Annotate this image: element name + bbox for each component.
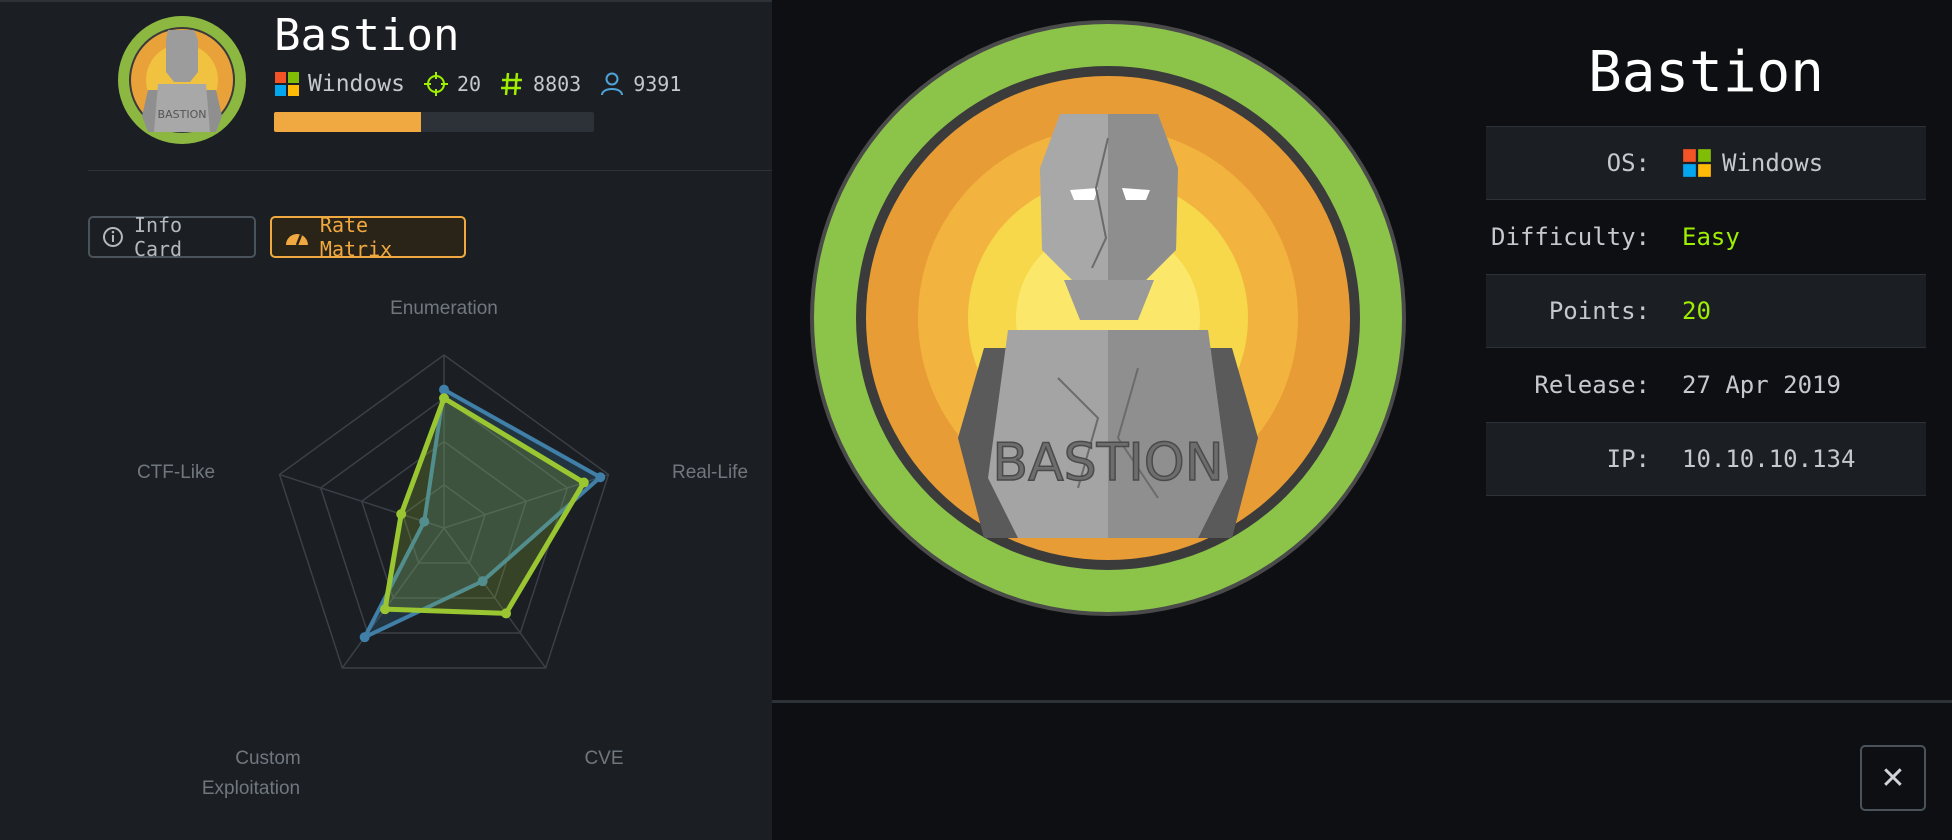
- os-name: Windows: [308, 71, 405, 97]
- radar-point: [595, 472, 606, 483]
- rating-progress-bar: [274, 112, 594, 132]
- radar-label-custom-line2: Exploitation: [202, 778, 300, 799]
- bastion-machine-image: BASTION: [810, 20, 1406, 616]
- radar-point: [359, 632, 370, 643]
- details-row-ip: IP: 10.10.10.134: [1486, 422, 1926, 496]
- os-value: Windows: [1722, 149, 1824, 177]
- machine-meta: Windows 20 8803 9391: [274, 66, 691, 102]
- radar-label-enumeration: Enumeration: [390, 298, 498, 319]
- machine-details-table: OS: Windows Difficulty: Easy Points: 20 …: [1486, 126, 1926, 496]
- radar-point: [396, 509, 407, 520]
- points-value: 20: [456, 72, 482, 96]
- bastion-avatar-image: BASTION: [120, 18, 244, 142]
- tab-info-card-label: Info Card: [133, 213, 183, 261]
- user-owns-value: 8803: [533, 72, 582, 96]
- windows-icon: [1683, 149, 1711, 177]
- radar-series-area: [382, 395, 587, 616]
- radar-point: [578, 477, 589, 488]
- radar-point: [439, 384, 449, 395]
- svg-text:BASTION: BASTION: [158, 108, 207, 121]
- details-row-points: Points: 20: [1486, 274, 1926, 348]
- hash-icon: [501, 72, 523, 96]
- details-label: OS:: [1606, 149, 1650, 177]
- details-label: Difficulty:: [1491, 223, 1650, 251]
- radar-label-real-life: Real-Life: [672, 462, 748, 483]
- ip-value: 10.10.10.134: [1682, 445, 1856, 473]
- machine-title: Bastion: [274, 10, 460, 61]
- difficulty-value: Easy: [1682, 223, 1740, 251]
- details-row-os: OS: Windows: [1486, 126, 1926, 200]
- windows-icon: [275, 72, 299, 96]
- close-icon: ✕: [1880, 760, 1906, 796]
- user-icon: [601, 72, 624, 96]
- details-value: Windows: [1682, 148, 1823, 178]
- radar-point: [501, 608, 512, 619]
- details-row-release: Release: 27 Apr 2019: [1486, 348, 1926, 422]
- info-icon: [102, 227, 123, 247]
- radar-label-custom-line1: Custom: [235, 748, 300, 769]
- radar-point: [439, 393, 449, 404]
- rate-matrix-radar-chart: Enumeration Real-Life CVE Custom Exploit…: [137, 298, 748, 799]
- points-detail-value: 20: [1682, 297, 1711, 325]
- divider: [88, 170, 772, 171]
- radar-point: [380, 604, 391, 615]
- radar-label-ctf-like: CTF-Like: [137, 462, 215, 483]
- tab-rate-matrix[interactable]: Rate Matrix: [270, 213, 466, 261]
- radar-label-cve: CVE: [584, 748, 623, 769]
- machine-avatar: BASTION: [118, 16, 246, 144]
- rating-progress-fill: [274, 112, 422, 132]
- details-label: Release:: [1534, 371, 1650, 399]
- svg-text:BASTION: BASTION: [992, 433, 1223, 493]
- system-owns-value: 9391: [633, 72, 682, 96]
- details-label: Points:: [1548, 297, 1650, 325]
- tab-rate-matrix-label: Rate Matrix: [319, 213, 393, 261]
- details-title: Bastion: [1587, 40, 1824, 105]
- crosshair-icon: [423, 72, 448, 96]
- gauge-icon: [285, 234, 308, 246]
- details-row-difficulty: Difficulty: Easy: [1486, 200, 1926, 274]
- details-label: IP:: [1606, 445, 1650, 473]
- release-value: 27 Apr 2019: [1682, 371, 1841, 399]
- footer-divider: [772, 700, 1952, 703]
- tab-info-card[interactable]: Info Card: [88, 213, 256, 261]
- machine-summary-panel: BASTION Bastion Windows 20 8803 9391 Inf…: [0, 0, 772, 840]
- close-button[interactable]: ✕: [1860, 745, 1926, 811]
